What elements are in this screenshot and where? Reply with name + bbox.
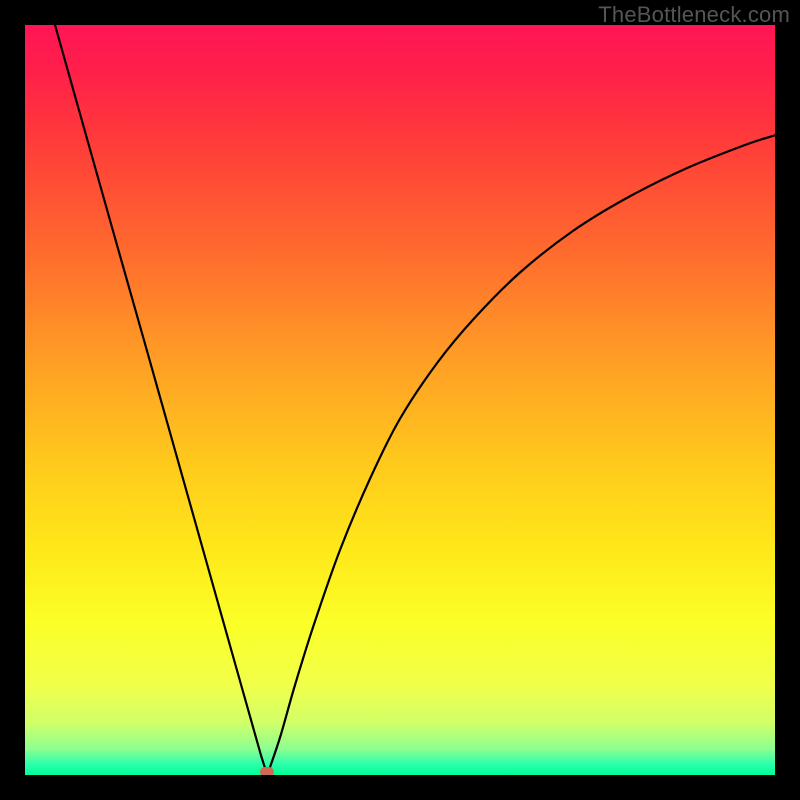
chart-svg bbox=[25, 25, 775, 775]
plot-background bbox=[25, 25, 775, 775]
chart-container: TheBottleneck.com bbox=[0, 0, 800, 800]
bottleneck-marker bbox=[260, 767, 274, 775]
plot-area bbox=[25, 25, 775, 775]
watermark-text: TheBottleneck.com bbox=[598, 2, 790, 28]
